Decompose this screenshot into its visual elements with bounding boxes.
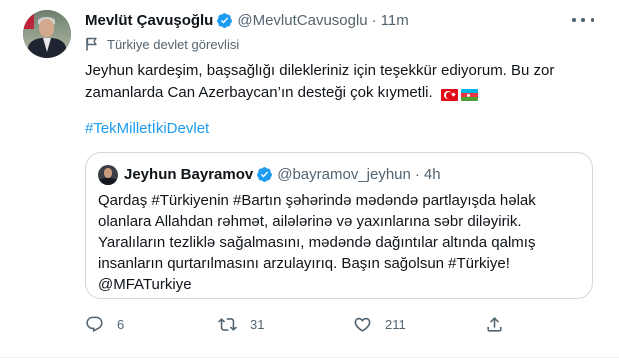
- heart-icon: [354, 317, 371, 332]
- reply-button[interactable]: 6: [85, 310, 124, 338]
- quoted-text-line: olanlara Allahdan rəhmət, ailələrinə və …: [98, 213, 522, 230]
- author-avatar[interactable]: [23, 10, 71, 58]
- like-count: 211: [385, 316, 406, 332]
- flag-icon: [86, 37, 97, 51]
- azerbaijan-flag-icon: [460, 89, 478, 102]
- tweet-timestamp[interactable]: 11m: [381, 12, 409, 29]
- verified-badge-icon: [257, 166, 273, 182]
- verified-badge-icon: [217, 12, 233, 28]
- reply-icon: [86, 316, 103, 332]
- retweet-count: 31: [250, 316, 265, 332]
- quoted-author-handle[interactable]: @bayramov_jeyhun: [277, 166, 411, 183]
- tweet-actions: 6 31 211: [85, 310, 525, 338]
- retweet-icon: [218, 317, 237, 331]
- government-label[interactable]: Türkiye devlet görevlisi: [85, 36, 239, 52]
- quoted-tweet-timestamp[interactable]: 4h: [424, 166, 441, 183]
- quoted-header-separator: ·: [414, 165, 420, 183]
- hashtag-link[interactable]: #TekMilletİkiDevlet: [85, 120, 209, 137]
- like-button[interactable]: 211: [353, 310, 406, 338]
- quoted-text-line: Qardaş #Türkiyenin #Bartın şəhərində məd…: [98, 192, 536, 209]
- quoted-text-line: insanların qurtarılmasını arzulayırıq. B…: [98, 255, 510, 272]
- quoted-tweet-header: Jeyhun Bayramov @bayramov_jeyhun · 4h: [124, 164, 441, 184]
- header-separator: ·: [371, 11, 377, 29]
- tweet-text: Jeyhun kardeşim, başsağlığı dilekleriniz…: [85, 60, 595, 106]
- quoted-tweet[interactable]: Jeyhun Bayramov @bayramov_jeyhun · 4h Qa…: [85, 152, 593, 299]
- tweet[interactable]: Mevlüt Çavuşoğlu @MevlutCavusoglu · 11m …: [0, 0, 619, 358]
- quoted-tweet-text: Qardaş #Türkiyenin #Bartın şəhərində məd…: [98, 190, 582, 295]
- turkey-flag-icon: [440, 89, 458, 102]
- more-options-icon[interactable]: [572, 12, 594, 28]
- author-name[interactable]: Mevlüt Çavuşoğlu: [85, 12, 213, 29]
- government-label-text: Türkiye devlet görevlisi: [107, 36, 240, 52]
- tweet-text-line1: Jeyhun kardeşim, başsağlığı dilekleriniz…: [85, 62, 555, 79]
- share-button[interactable]: [485, 310, 504, 338]
- tweet-text-line2: zamanlarda Can Azerbaycan’ın desteği çok…: [85, 84, 433, 101]
- reply-count: 6: [117, 316, 125, 332]
- flag-emojis: [440, 84, 481, 106]
- share-icon: [487, 316, 502, 332]
- quoted-text-line: @MFATurkiye: [98, 276, 192, 293]
- quoted-author-name[interactable]: Jeyhun Bayramov: [124, 166, 253, 183]
- quoted-text-line: Yaralıların tezliklə sağalmasını, mədənd…: [98, 234, 536, 251]
- tweet-header: Mevlüt Çavuşoğlu @MevlutCavusoglu · 11m: [85, 10, 409, 30]
- retweet-button[interactable]: 31: [218, 310, 264, 338]
- quoted-author-avatar[interactable]: [98, 165, 118, 185]
- author-handle[interactable]: @MevlutCavusoglu: [237, 12, 367, 29]
